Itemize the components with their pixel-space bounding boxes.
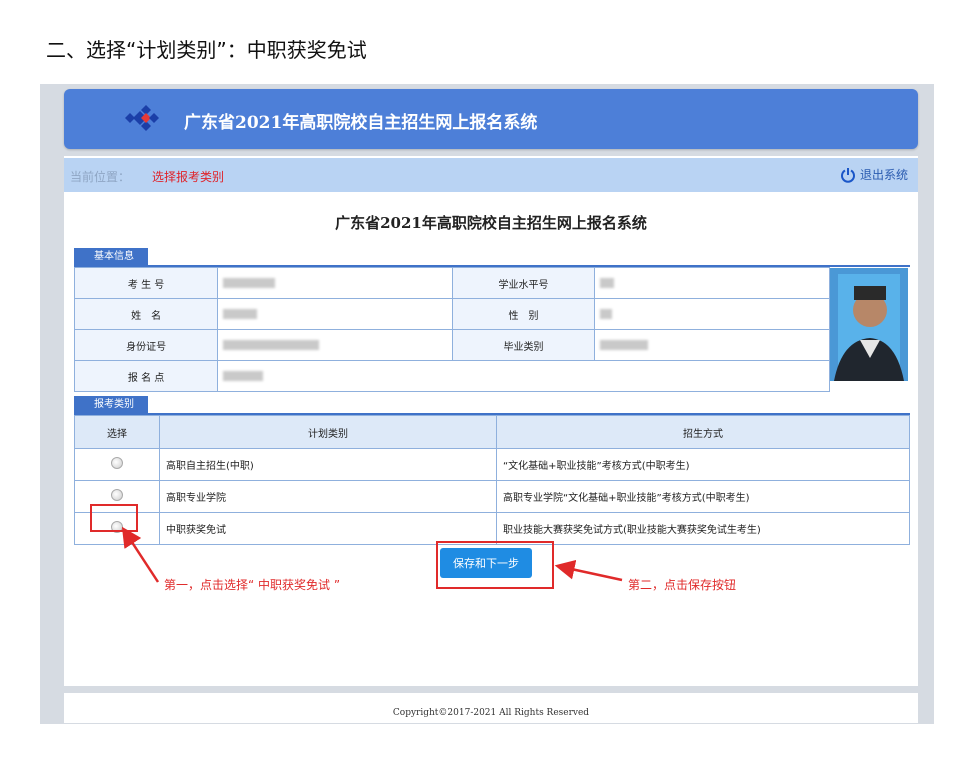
annotation-step-two: 第二，点击保存按钮 — [628, 578, 737, 592]
footer: Copyright©2017-2021 All Rights Reserved — [64, 693, 918, 723]
arrow-icon — [554, 559, 623, 582]
annotation-step-one: 第一，点击选择“ 中职获奖免试 ” — [164, 578, 341, 592]
annotation-arrows — [121, 526, 623, 583]
arrow-icon — [121, 526, 160, 583]
copyright-text: Copyright©2017-2021 All Rights Reserved — [392, 708, 590, 718]
